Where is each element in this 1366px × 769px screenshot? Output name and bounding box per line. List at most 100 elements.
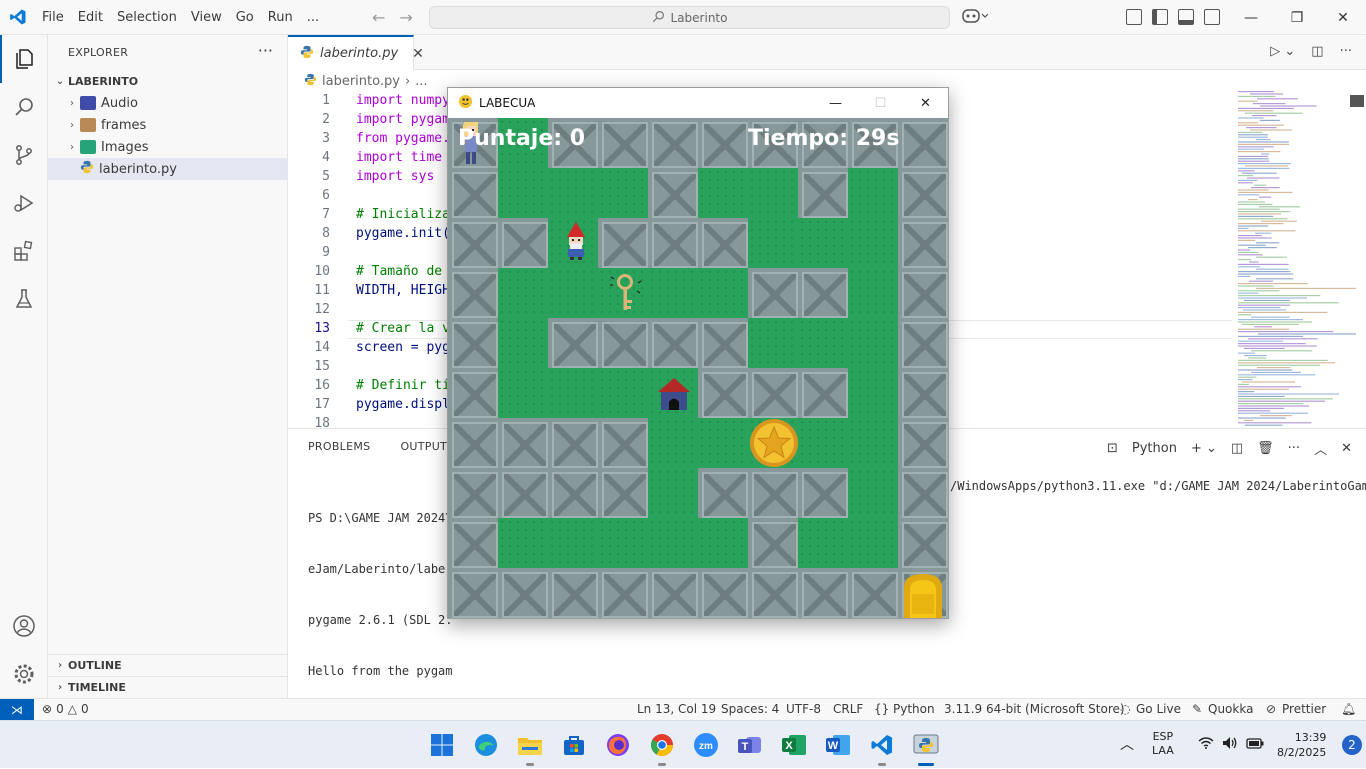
firefox-icon[interactable] — [603, 730, 633, 760]
end-of-line[interactable]: CRLF — [833, 702, 863, 716]
edge-browser-icon[interactable] — [471, 730, 501, 760]
maze-wall-tile — [798, 168, 848, 218]
close-panel-icon[interactable]: ✕ — [1341, 441, 1352, 456]
tab-output[interactable]: OUTPUT — [400, 440, 447, 453]
extensions-icon[interactable] — [0, 227, 48, 275]
maze-wall-tile — [498, 568, 548, 618]
timeline-section[interactable]: › TIMELINE — [48, 676, 287, 698]
menu-file[interactable]: File — [35, 0, 71, 35]
vscode-taskbar-icon[interactable] — [867, 730, 897, 766]
close-icon[interactable]: ✕ — [1320, 0, 1366, 35]
split-terminal-icon[interactable]: ◫ — [1231, 441, 1243, 456]
restore-icon[interactable]: ❐ — [1274, 0, 1320, 35]
cursor-position[interactable]: Ln 13, Col 19 — [637, 702, 716, 716]
close-icon[interactable]: ✕ — [903, 88, 948, 118]
tree-item-audio[interactable]: › Audio — [48, 92, 287, 114]
maze-grass-tile — [848, 418, 898, 468]
go-live[interactable]: Go Live — [1136, 702, 1181, 716]
kill-terminal-icon[interactable]: 🗑 — [1257, 441, 1274, 456]
maximize-panel-icon[interactable]: ︿ — [1314, 439, 1327, 458]
show-hidden-icons-icon[interactable]: ︿ — [1120, 734, 1134, 754]
notification-badge[interactable]: 2 — [1342, 735, 1362, 755]
more-actions-icon[interactable]: ··· — [258, 41, 273, 60]
run-python-file-icon[interactable]: ▷ ⌄ — [1270, 44, 1295, 59]
microsoft-store-icon[interactable] — [559, 730, 589, 760]
search-icon[interactable] — [0, 83, 48, 131]
copilot-icon[interactable] — [962, 8, 989, 28]
menu-edit[interactable]: Edit — [71, 0, 110, 35]
tree-item-laberinto-py[interactable]: laberinto.py — [48, 158, 287, 180]
more-actions-icon[interactable]: ··· — [1288, 441, 1300, 456]
minimize-icon[interactable]: — — [813, 88, 858, 118]
tab-laberinto-py[interactable]: laberinto.py ✕ — [288, 35, 424, 70]
teams-icon[interactable]: T — [735, 730, 765, 760]
accounts-icon[interactable] — [0, 602, 48, 650]
word-icon[interactable]: W — [823, 730, 853, 760]
breadcrumb-more[interactable]: ... — [415, 74, 427, 89]
maze-wall-tile — [748, 568, 798, 618]
toggle-panel-icon[interactable] — [1178, 9, 1194, 25]
code-text: # Tamaño de — [356, 264, 443, 279]
menu-go[interactable]: Go — [229, 0, 261, 35]
wifi-icon[interactable] — [1198, 736, 1214, 753]
more-actions-icon[interactable]: ··· — [1340, 44, 1352, 59]
indentation[interactable]: Spaces: 4 — [721, 702, 779, 716]
command-center-search[interactable]: Laberinto — [429, 6, 950, 29]
chrome-icon[interactable] — [647, 730, 677, 766]
menu-selection[interactable]: Selection — [110, 0, 184, 35]
menu-view[interactable]: View — [184, 0, 229, 35]
remote-indicator-icon[interactable]: ⋊ — [0, 699, 34, 721]
minimap[interactable] — [1236, 91, 1366, 428]
close-icon[interactable]: ✕ — [412, 46, 424, 62]
folder-header[interactable]: ⌄ LABERINTO — [48, 70, 287, 92]
breadcrumb-file[interactable]: laberinto.py — [322, 74, 400, 89]
editor-scrollbar[interactable] — [1350, 95, 1364, 107]
notifications-bell-icon[interactable]: 🔔︎ — [1341, 702, 1356, 716]
python-interpreter[interactable]: 3.11.9 64-bit (Microsoft Store) — [944, 702, 1125, 716]
maze-grass-tile — [648, 418, 698, 468]
start-windows-icon[interactable] — [427, 730, 457, 760]
explorer-icon[interactable] — [0, 35, 48, 83]
menu-more[interactable]: ... — [300, 0, 326, 35]
toggle-secondary-sidebar-icon[interactable] — [1204, 9, 1220, 25]
encoding[interactable]: UTF-8 — [786, 702, 821, 716]
minimize-icon[interactable]: — — [1228, 0, 1274, 35]
excel-icon[interactable]: X — [779, 730, 809, 760]
battery-icon[interactable] — [1246, 736, 1264, 754]
prettier[interactable]: Prettier — [1282, 702, 1326, 716]
game-window-titlebar[interactable]: LABECUA — ☐ ✕ — [448, 88, 948, 118]
settings-gear-icon[interactable] — [0, 650, 48, 698]
pygame-window[interactable]: LABECUA — ☐ ✕ Puntaje: 0 Tiempo: 29s — [447, 87, 949, 619]
zoom-icon[interactable]: zm — [691, 730, 721, 760]
file-explorer-icon[interactable] — [515, 730, 545, 766]
testing-icon[interactable] — [0, 275, 48, 323]
terminal-icon: ⊡ — [1106, 441, 1118, 456]
input-language[interactable]: ESP LAA — [1152, 730, 1174, 758]
outline-section[interactable]: › OUTLINE — [48, 654, 287, 676]
menu-run[interactable]: Run — [261, 0, 300, 35]
customize-layout-icon[interactable] — [1126, 9, 1142, 25]
new-terminal-icon[interactable]: + ⌄ — [1191, 441, 1217, 456]
maze-wall-tile — [798, 368, 848, 418]
quokka[interactable]: Quokka — [1208, 702, 1253, 716]
taskbar-clock[interactable]: 13:39 8/2/2025 — [1277, 730, 1326, 760]
line-number: 9 — [322, 245, 330, 260]
tree-item-images[interactable]: › Images — [48, 136, 287, 158]
terminal-profile[interactable]: Python — [1132, 441, 1177, 456]
language-mode[interactable]: Python — [893, 702, 935, 716]
maze-wall-tile — [548, 418, 598, 468]
source-control-icon[interactable] — [0, 131, 48, 179]
forward-arrow-icon[interactable]: → — [399, 8, 412, 27]
maze-wall-tile — [748, 468, 798, 518]
python-pygame-taskbar-icon[interactable] — [911, 730, 941, 766]
game-canvas[interactable]: Puntaje: 0 Tiempo: 29s — [448, 118, 948, 618]
tree-item-frames[interactable]: › frames — [48, 114, 287, 136]
toggle-sidebar-icon[interactable] — [1152, 9, 1168, 25]
volume-icon[interactable] — [1222, 736, 1238, 754]
back-arrow-icon[interactable]: ← — [372, 8, 385, 27]
run-debug-icon[interactable] — [0, 179, 48, 227]
split-editor-icon[interactable]: ◫ — [1311, 44, 1323, 59]
tab-problems[interactable]: PROBLEMS — [308, 440, 370, 453]
go-live-icon: ◌ — [1120, 702, 1131, 716]
problems-count[interactable]: ⊗ 0 △ 0 — [42, 702, 89, 716]
